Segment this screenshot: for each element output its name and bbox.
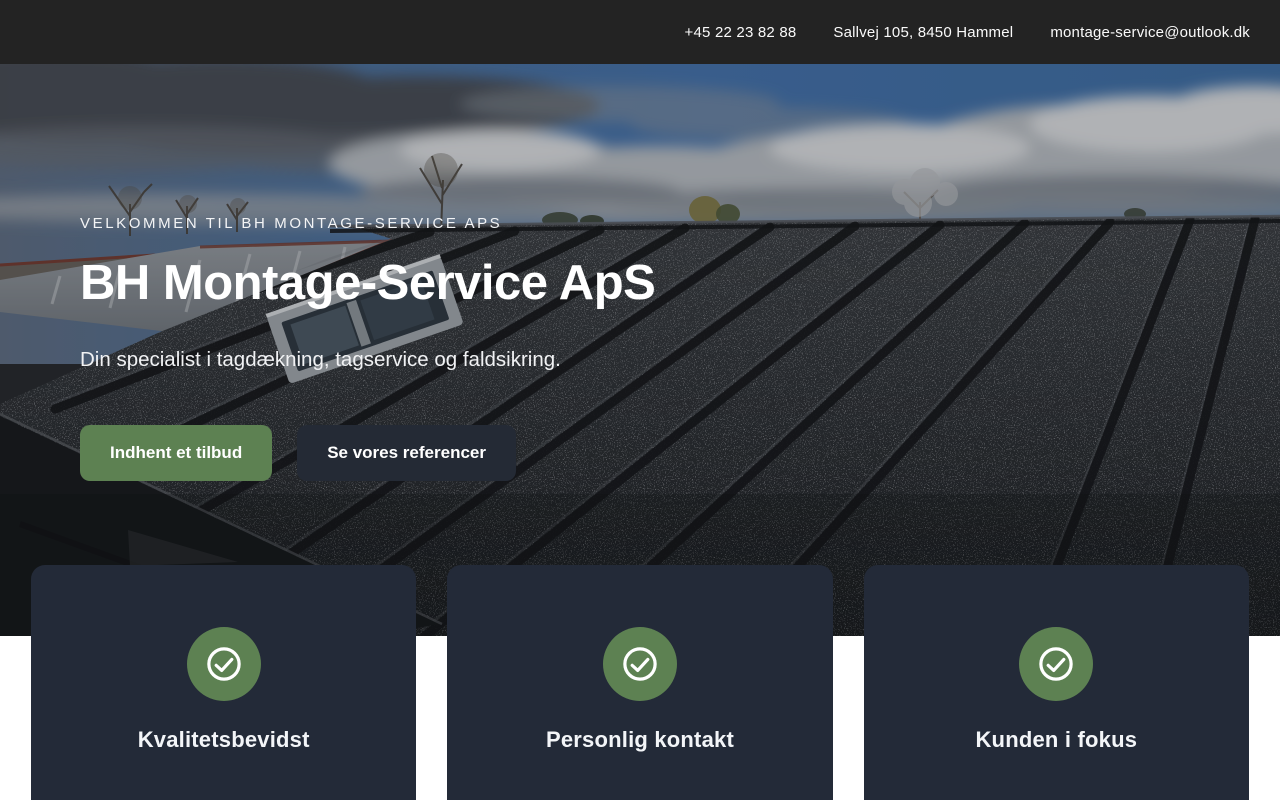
check-circle-icon bbox=[186, 627, 261, 701]
check-circle-icon bbox=[1019, 627, 1094, 701]
feature-card-kunden-i-fokus: Kunden i fokus bbox=[863, 565, 1249, 800]
hero-subtitle: Din specialist i tagdækning, tagservice … bbox=[80, 347, 561, 371]
check-circle-icon bbox=[602, 627, 677, 701]
feature-card-kvalitetsbevidst: Kvalitetsbevidst bbox=[31, 565, 417, 800]
cta-quote-button[interactable]: Indhent et tilbud bbox=[80, 424, 273, 481]
features-section: Kvalitetsbevidst Personlig kontakt Kunde… bbox=[0, 565, 1280, 800]
email-link[interactable]: montage-service@outlook.dk bbox=[1050, 24, 1250, 41]
address-link[interactable]: Sallvej 105, 8450 Hammel bbox=[833, 24, 1013, 41]
phone-link[interactable]: +45 22 23 82 88 bbox=[685, 24, 797, 41]
hero-cta-group: Indhent et tilbud Se vores referencer bbox=[80, 424, 1180, 481]
page-title: BH Montage-Service ApS bbox=[80, 256, 656, 310]
feature-card-title: Kunden i fokus bbox=[975, 727, 1138, 752]
cta-references-button[interactable]: Se vores referencer bbox=[297, 424, 516, 481]
hero-section: VELKOMMEN TIL BH MONTAGE-SERVICE APS BH … bbox=[0, 64, 1280, 636]
feature-card-title: Kvalitetsbevidst bbox=[137, 727, 310, 752]
feature-card-personlig-kontakt: Personlig kontakt bbox=[447, 565, 833, 800]
hero-eyebrow: VELKOMMEN TIL BH MONTAGE-SERVICE APS bbox=[80, 215, 503, 232]
feature-card-title: Personlig kontakt bbox=[545, 727, 734, 752]
topbar: +45 22 23 82 88 Sallvej 105, 8450 Hammel… bbox=[0, 0, 1280, 64]
